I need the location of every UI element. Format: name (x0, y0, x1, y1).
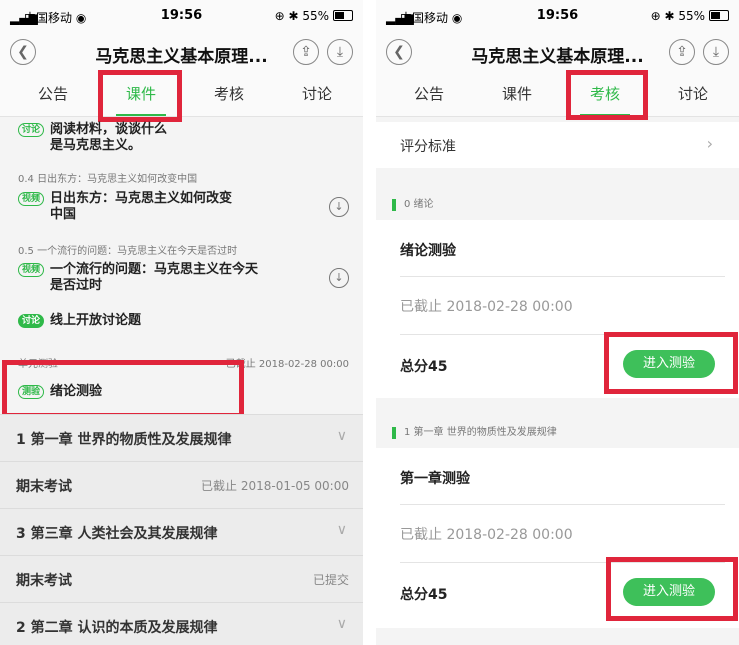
download-icon[interactable]: ⤓ (703, 39, 729, 65)
quiz-tag: 测验 (18, 384, 45, 399)
nav-bar: ❮ 马克思主义基本原理... ⇪ ⤓ (376, 30, 739, 74)
group-header: 1 第一章 世界的物质性及发展规律 (392, 427, 557, 439)
list-item-quiz[interactable]: 测验 绪论测验 (18, 384, 102, 400)
share-icon[interactable]: ⇪ (669, 39, 695, 65)
chevron-down-icon: ∨ (336, 522, 347, 538)
back-icon[interactable]: ❮ (10, 39, 36, 65)
tab-courseware[interactable]: 课件 (472, 74, 562, 116)
back-icon[interactable]: ❮ (386, 39, 412, 65)
list-item[interactable]: 讨论 线上开放讨论题 (18, 313, 141, 329)
chevron-down-icon: ∨ (336, 428, 347, 444)
score-text: 总分45 (400, 587, 448, 603)
list-item[interactable]: 视频 日出东方：马克思主义如何改变中国 (18, 191, 278, 223)
deadline-text: 已截止 2018-02-28 00:00 (400, 527, 573, 543)
unit-quiz-caption: 单元测验 (18, 359, 58, 370)
quiz-title: 第一章测验 (400, 471, 470, 487)
list-item[interactable]: 讨论 阅读材料，谈谈什么是马克思主义。 (18, 122, 278, 154)
chapter-row[interactable]: 1 第一章 世界的物质性及发展规律 ∨ (0, 414, 363, 461)
divider (400, 276, 725, 277)
lesson-caption: 0.4 日出东方：马克思主义如何改变中国 (18, 174, 198, 185)
battery-icon (333, 10, 353, 21)
quiz-card: 第一章测验 已截止 2018-02-28 00:00 总分45 进入测验 (376, 448, 739, 628)
chevron-right-icon: › (706, 134, 713, 153)
page-title: 马克思主义基本原理... (95, 47, 268, 67)
nav-bar: ❮ 马克思主义基本原理... ⇪ ⤓ (0, 30, 363, 74)
right-screen: ▂▄▆中国移动 ◉ 19:56 ⊕ ✱ 55% ❮ 马克思主义基本原理... ⇪… (376, 0, 739, 645)
battery-icon (709, 10, 729, 21)
chevron-down-icon: ∨ (336, 616, 347, 632)
video-tag: 视频 (18, 191, 45, 206)
status-bar: ▂▄▆中国移动 ◉ 19:56 ⊕ ✱ 55% (376, 0, 739, 30)
exam-row[interactable]: 期末考试 已截止 2018-01-05 00:00 (0, 461, 363, 508)
exam-row[interactable]: 期末考试 已提交 (0, 555, 363, 602)
battery-text: ⊕ ✱ 55% (274, 9, 329, 23)
chapter-row[interactable]: 3 第三章 人类社会及其发展规律 ∨ (0, 508, 363, 555)
grading-row[interactable]: 评分标准 › (376, 122, 739, 168)
left-screen: ▂▄▆中国移动 ◉ 19:56 ⊕ ✱ 55% ❮ 马克思主义基本原理... ⇪… (0, 0, 363, 645)
discussion-tag: 讨论 (18, 122, 45, 137)
battery-text: ⊕ ✱ 55% (650, 9, 705, 23)
quiz-title: 绪论测验 (400, 243, 456, 259)
score-text: 总分45 (400, 359, 448, 375)
page-title: 马克思主义基本原理... (471, 47, 644, 67)
download-icon[interactable]: ↓ (329, 197, 349, 217)
quiz-card: 绪论测验 已截止 2018-02-28 00:00 总分45 进入测验 (376, 220, 739, 398)
divider (400, 334, 725, 335)
tab-announcement[interactable]: 公告 (384, 74, 474, 116)
share-icon[interactable]: ⇪ (293, 39, 319, 65)
lesson-caption: 0.5 一个流行的问题：马克思主义在今天是否过时 (18, 246, 238, 257)
tab-bar: 公告 课件 考核 讨论 (376, 74, 739, 117)
tab-bar: 公告 课件 考核 讨论 (0, 74, 363, 117)
discussion-tag: 讨论 (18, 313, 45, 328)
grading-label: 评分标准 (400, 139, 456, 155)
tab-discussion[interactable]: 讨论 (272, 74, 362, 116)
status-bar: ▂▄▆中国移动 ◉ 19:56 ⊕ ✱ 55% (0, 0, 363, 30)
download-icon[interactable]: ⤓ (327, 39, 353, 65)
tab-assessment[interactable]: 考核 (560, 74, 650, 116)
tab-discussion[interactable]: 讨论 (648, 74, 738, 116)
enter-quiz-button[interactable]: 进入测验 (623, 350, 715, 378)
tab-courseware[interactable]: 课件 (96, 74, 186, 116)
tab-announcement[interactable]: 公告 (8, 74, 98, 116)
divider (400, 504, 725, 505)
group-header: 0 绪论 (392, 199, 434, 211)
chapter-row[interactable]: 2 第二章 认识的本质及发展规律 ∨ (0, 602, 363, 645)
enter-quiz-button[interactable]: 进入测验 (623, 578, 715, 606)
deadline-text: 已截止 2018-02-28 00:00 (225, 359, 349, 370)
tab-assessment[interactable]: 考核 (184, 74, 274, 116)
video-tag: 视频 (18, 262, 45, 277)
deadline-text: 已截止 2018-02-28 00:00 (400, 299, 573, 315)
download-icon[interactable]: ↓ (329, 268, 349, 288)
divider (400, 562, 725, 563)
list-item[interactable]: 视频 一个流行的问题：马克思主义在今天是否过时 (18, 262, 278, 294)
